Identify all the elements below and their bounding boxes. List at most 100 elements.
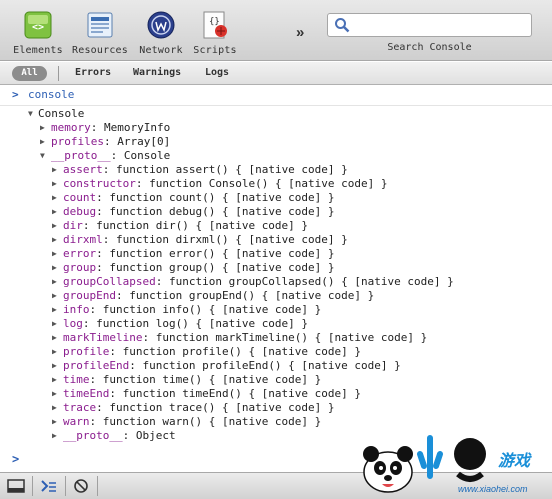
property-value: Array[0] xyxy=(117,135,171,148)
method-value: function dirxml() { [native code] } xyxy=(116,233,348,246)
method-key: error xyxy=(63,247,97,260)
collapsed-triangle-icon[interactable]: ▶ xyxy=(52,303,57,317)
expanded-triangle-icon[interactable]: ▼ xyxy=(28,107,33,121)
collapsed-triangle-icon[interactable]: ▶ xyxy=(52,429,57,443)
method-key: time xyxy=(63,373,90,386)
method-key: timeEnd xyxy=(63,387,110,400)
property-value: Console xyxy=(123,149,171,162)
method-key: groupCollapsed xyxy=(63,275,156,288)
console-input-prompt[interactable]: > xyxy=(12,452,19,466)
console-drawer-icon xyxy=(41,480,56,492)
search-icon xyxy=(335,18,350,33)
collapsed-triangle-icon[interactable]: ▶ xyxy=(52,359,57,373)
resources-tool-button[interactable]: Resources xyxy=(68,8,132,60)
property-value: MemoryInfo xyxy=(104,121,171,134)
method-value: function assert() { [native code] } xyxy=(116,163,348,176)
clear-console-icon xyxy=(74,479,88,493)
method-value: function warn() { [native code] } xyxy=(102,415,322,428)
method-key: __proto__ xyxy=(63,429,123,442)
filter-divider xyxy=(58,66,59,81)
property-key: memory xyxy=(51,121,91,134)
method-value: function Console() { [native code] } xyxy=(149,177,388,190)
console-panel: > console ▼ Console ▶ memory: MemoryInfo… xyxy=(0,86,552,470)
collapsed-triangle-icon[interactable]: ▶ xyxy=(52,247,57,261)
method-value: function timeEnd() { [native code] } xyxy=(122,387,362,400)
expanded-triangle-icon[interactable]: ▼ xyxy=(40,149,45,163)
method-value: function group() { [native code] } xyxy=(109,261,335,274)
method-key: groupEnd xyxy=(63,289,116,302)
console-drawer-button[interactable] xyxy=(35,476,63,496)
collapsed-triangle-icon[interactable]: ▶ xyxy=(52,373,57,387)
status-divider xyxy=(32,476,33,496)
collapsed-triangle-icon[interactable]: ▶ xyxy=(52,233,57,247)
method-key: warn xyxy=(63,415,90,428)
network-icon xyxy=(146,10,176,40)
property-key: profiles xyxy=(51,135,104,148)
method-value: function log() { [native code] } xyxy=(96,317,309,330)
method-key: assert xyxy=(63,163,103,176)
collapsed-triangle-icon[interactable]: ▶ xyxy=(52,331,57,345)
svg-text:<>: <> xyxy=(32,22,44,33)
clear-console-button[interactable] xyxy=(67,476,95,496)
filter-errors-tab[interactable]: Errors xyxy=(75,67,111,78)
collapsed-triangle-icon[interactable]: ▶ xyxy=(52,401,57,415)
collapsed-triangle-icon[interactable]: ▶ xyxy=(52,275,57,289)
method-key: count xyxy=(63,191,97,204)
elements-icon: <> xyxy=(23,10,53,40)
console-object-name: Console xyxy=(38,107,85,120)
watermark-url: www.xiaohei.com xyxy=(458,484,528,494)
console-command-text: console xyxy=(28,88,75,101)
property-key: __proto__ xyxy=(51,149,111,162)
collapsed-triangle-icon[interactable]: ▶ xyxy=(40,121,45,135)
method-value: function count() { [native code] } xyxy=(109,191,335,204)
collapsed-triangle-icon[interactable]: ▶ xyxy=(52,219,57,233)
status-divider xyxy=(65,476,66,496)
status-divider xyxy=(97,476,98,496)
collapsed-triangle-icon[interactable]: ▶ xyxy=(52,317,57,331)
collapsed-triangle-icon[interactable]: ▶ xyxy=(52,387,57,401)
collapsed-triangle-icon[interactable]: ▶ xyxy=(52,345,57,359)
filter-logs-tab[interactable]: Logs xyxy=(205,67,229,78)
collapsed-triangle-icon[interactable]: ▶ xyxy=(52,415,57,429)
scripts-icon: {} xyxy=(200,10,230,40)
filter-all-button[interactable]: All xyxy=(12,66,47,81)
collapsed-triangle-icon[interactable]: ▶ xyxy=(52,289,57,303)
method-key: dir xyxy=(63,219,83,232)
method-value: function markTimeline() { [native code] … xyxy=(155,331,428,344)
method-key: markTimeline xyxy=(63,331,143,344)
collapsed-triangle-icon[interactable]: ▶ xyxy=(52,163,57,177)
scripts-tool-button[interactable]: {} Scripts xyxy=(183,8,247,60)
resources-icon xyxy=(85,10,115,40)
toolbar: <> Elements Resources Network {} Scripts… xyxy=(0,0,552,61)
elements-tool-label: Elements xyxy=(13,45,63,56)
method-key: profileEnd xyxy=(63,359,130,372)
search-caption: Search Console xyxy=(387,42,472,53)
svg-text:游戏: 游戏 xyxy=(498,451,532,470)
method-value: function info() { [native code] } xyxy=(102,303,322,316)
method-value: function error() { [native code] } xyxy=(109,247,335,260)
filter-warnings-tab[interactable]: Warnings xyxy=(133,67,181,78)
search-input[interactable] xyxy=(354,16,526,34)
collapsed-triangle-icon[interactable]: ▶ xyxy=(52,191,57,205)
method-value: Object xyxy=(135,429,176,442)
collapsed-triangle-icon[interactable]: ▶ xyxy=(52,205,57,219)
method-key: profile xyxy=(63,345,110,358)
method-value: function groupEnd() { [native code] } xyxy=(129,289,375,302)
method-value: function profile() { [native code] } xyxy=(122,345,362,358)
prompt-chevron-icon: > xyxy=(12,88,19,101)
search-console-field[interactable] xyxy=(327,13,532,37)
elements-tool-button[interactable]: <> Elements xyxy=(6,8,70,60)
method-key: trace xyxy=(63,401,97,414)
method-key: log xyxy=(63,317,83,330)
scripts-tool-label: Scripts xyxy=(193,45,237,56)
method-key: group xyxy=(63,261,97,274)
collapsed-triangle-icon[interactable]: ▶ xyxy=(52,261,57,275)
dock-window-button[interactable] xyxy=(2,476,30,496)
toolbar-overflow-chevron[interactable]: » xyxy=(296,24,304,41)
method-value: function groupCollapsed() { [native code… xyxy=(168,275,454,288)
method-value: function debug() { [native code] } xyxy=(109,205,335,218)
method-value: function trace() { [native code] } xyxy=(109,401,335,414)
collapsed-triangle-icon[interactable]: ▶ xyxy=(52,177,57,191)
method-key: debug xyxy=(63,205,97,218)
collapsed-triangle-icon[interactable]: ▶ xyxy=(40,135,45,149)
